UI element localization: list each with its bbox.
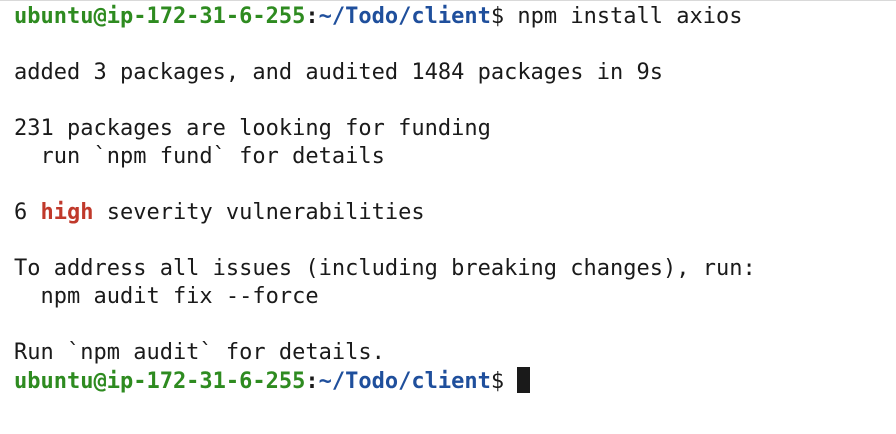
window-top-edge — [0, 0, 896, 1]
output-funding-hint: run `npm fund` for details — [14, 144, 385, 169]
vuln-count: 6 — [14, 200, 41, 225]
output-funding: 231 packages are looking for funding — [14, 116, 491, 141]
active-prompt-line[interactable]: ubuntu@ip-172-31-6-255:~/Todo/client$ — [14, 367, 896, 395]
output-fix-intro: To address all issues (including breakin… — [14, 256, 756, 281]
entered-command: npm install axios — [517, 4, 743, 29]
prompt-path: ~/Todo/client — [318, 4, 491, 29]
prompt-separator: : — [305, 4, 319, 29]
prompt-symbol: $ — [490, 369, 505, 394]
terminal-window[interactable]: ubuntu@ip-172-31-6-255:~/Todo/client$ np… — [0, 0, 896, 434]
output-added: added 3 packages, and audited 1484 packa… — [14, 60, 664, 85]
output-fix-command: npm audit fix --force — [14, 284, 319, 309]
vuln-severity-high: high — [40, 200, 94, 225]
prompt-path: ~/Todo/client — [318, 369, 491, 394]
output-details: Run `npm audit` for details. — [14, 340, 385, 365]
prompt-symbol: $ — [490, 4, 505, 29]
text-cursor[interactable] — [517, 367, 531, 393]
prompt-user-host: ubuntu@ip-172-31-6-255 — [14, 4, 306, 29]
vuln-tail: severity vulnerabilities — [93, 200, 425, 225]
command-line: ubuntu@ip-172-31-6-255:~/Todo/client$ np… — [14, 3, 896, 31]
prompt-user-host: ubuntu@ip-172-31-6-255 — [14, 369, 306, 394]
prompt-separator: : — [305, 369, 319, 394]
output-vulnerabilities: 6 high severity vulnerabilities — [14, 199, 896, 227]
